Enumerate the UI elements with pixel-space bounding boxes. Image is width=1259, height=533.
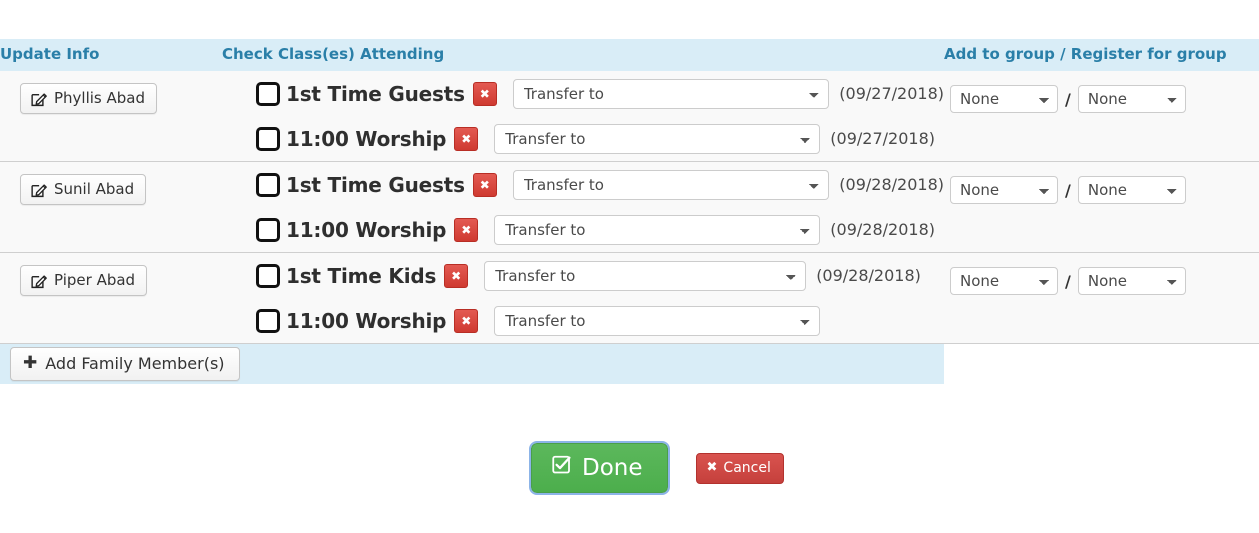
edit-pencil-icon bbox=[31, 181, 47, 198]
class-checkbox[interactable] bbox=[256, 172, 280, 197]
person-cell: Piper Abad bbox=[0, 252, 222, 344]
group-separator: / bbox=[1065, 271, 1071, 291]
x-icon: ✖ bbox=[706, 460, 718, 475]
group-separator: / bbox=[1065, 89, 1071, 109]
class-checkbox[interactable] bbox=[256, 308, 280, 333]
group-selectors: None / None bbox=[944, 267, 1259, 295]
cancel-button-label: Cancel bbox=[723, 459, 771, 476]
class-line: 11:00 Worship ✖ Transfer to (09/27/2018) bbox=[222, 116, 944, 161]
class-date: (09/27/2018) bbox=[839, 84, 944, 103]
header-row: Update Info Check Class(es) Attending Ad… bbox=[0, 39, 1259, 71]
transfer-to-select[interactable]: Transfer to bbox=[494, 123, 821, 154]
class-label: 1st Time Kids bbox=[286, 263, 437, 288]
remove-x-icon[interactable]: ✖ bbox=[454, 217, 479, 242]
add-family-row: ✚ Add Family Member(s) bbox=[0, 343, 1259, 384]
class-date: (09/28/2018) bbox=[830, 220, 935, 239]
register-for-group-select[interactable]: None bbox=[1077, 176, 1186, 204]
class-line: 1st Time Guests ✖ Transfer to (09/28/2018) bbox=[222, 162, 944, 207]
class-label: 1st Time Guests bbox=[286, 81, 465, 106]
class-label: 11:00 Worship bbox=[286, 126, 447, 151]
class-line: 11:00 Worship ✖ Transfer to bbox=[222, 298, 944, 343]
transfer-to-select[interactable]: Transfer to bbox=[494, 305, 821, 336]
edit-person-button[interactable]: Phyllis Abad bbox=[20, 83, 158, 114]
table-row: Piper Abad 1st Time Kids ✖ Transfer to (09/2… bbox=[0, 252, 1259, 344]
edit-pencil-icon bbox=[31, 90, 47, 107]
column-header-update-info: Update Info bbox=[0, 39, 222, 71]
add-family-members-label: Add Family Member(s) bbox=[45, 354, 225, 373]
add-family-blank-cell bbox=[944, 343, 1259, 384]
edit-person-button[interactable]: Piper Abad bbox=[20, 265, 148, 296]
remove-x-icon[interactable]: ✖ bbox=[454, 126, 479, 151]
class-date: (09/28/2018) bbox=[816, 266, 921, 285]
class-checkbox[interactable] bbox=[256, 126, 280, 151]
transfer-to-select[interactable]: Transfer to bbox=[512, 78, 830, 109]
person-name-label: Phyllis Abad bbox=[54, 89, 146, 107]
transfer-to-select[interactable]: Transfer to bbox=[512, 169, 830, 200]
remove-x-icon[interactable]: ✖ bbox=[472, 172, 497, 197]
done-button[interactable]: Done bbox=[529, 441, 670, 495]
group-separator: / bbox=[1065, 180, 1071, 200]
person-name-label: Sunil Abad bbox=[54, 180, 135, 198]
groups-cell: None / None bbox=[944, 71, 1259, 162]
person-name-label: Piper Abad bbox=[54, 271, 136, 289]
class-label: 11:00 Worship bbox=[286, 217, 447, 242]
column-header-add-group: Add to group / Register for group bbox=[944, 39, 1259, 71]
class-label: 11:00 Worship bbox=[286, 308, 447, 333]
class-checkbox[interactable] bbox=[256, 217, 280, 242]
register-for-group-select[interactable]: None bbox=[1077, 85, 1186, 113]
cancel-button[interactable]: ✖ Cancel bbox=[695, 452, 784, 484]
classes-cell: 1st Time Kids ✖ Transfer to (09/28/2018) 11:… bbox=[222, 252, 944, 344]
remove-x-icon[interactable]: ✖ bbox=[454, 308, 479, 333]
class-checkbox[interactable] bbox=[256, 263, 280, 288]
transfer-to-select[interactable]: Transfer to bbox=[484, 260, 807, 291]
register-for-group-select[interactable]: None bbox=[1077, 267, 1186, 295]
column-header-check-classes: Check Class(es) Attending bbox=[222, 39, 944, 71]
person-cell: Phyllis Abad bbox=[0, 71, 222, 162]
classes-cell: 1st Time Guests ✖ Transfer to (09/27/2018) 1… bbox=[222, 71, 944, 162]
class-line: 1st Time Kids ✖ Transfer to (09/28/2018) bbox=[222, 253, 944, 298]
form-actions: Done ✖ Cancel bbox=[0, 441, 1259, 495]
class-date: (09/28/2018) bbox=[839, 175, 944, 194]
top-faint-artifact bbox=[424, 1, 494, 11]
add-to-group-select[interactable]: None bbox=[950, 85, 1058, 113]
person-cell: Sunil Abad bbox=[0, 161, 222, 253]
edit-pencil-icon bbox=[31, 272, 47, 289]
table-row: Phyllis Abad 1st Time Guests ✖ Transfer to (… bbox=[0, 71, 1259, 162]
transfer-to-select[interactable]: Transfer to bbox=[494, 214, 821, 245]
add-to-group-select[interactable]: None bbox=[950, 267, 1058, 295]
add-family-cell: ✚ Add Family Member(s) bbox=[0, 343, 944, 384]
classes-cell: 1st Time Guests ✖ Transfer to (09/28/2018) 1… bbox=[222, 161, 944, 253]
class-line: 1st Time Guests ✖ Transfer to (09/27/2018) bbox=[222, 71, 944, 116]
add-to-group-select[interactable]: None bbox=[950, 176, 1058, 204]
table-header: Update Info Check Class(es) Attending Ad… bbox=[0, 39, 1259, 71]
class-checkbox[interactable] bbox=[256, 81, 280, 106]
groups-cell: None / None bbox=[944, 252, 1259, 344]
add-family-members-button[interactable]: ✚ Add Family Member(s) bbox=[10, 347, 240, 381]
check-square-icon bbox=[552, 454, 573, 481]
class-line: 11:00 Worship ✖ Transfer to (09/28/2018) bbox=[222, 207, 944, 252]
remove-x-icon[interactable]: ✖ bbox=[472, 81, 497, 106]
plus-icon: ✚ bbox=[23, 353, 38, 373]
groups-cell: None / None bbox=[944, 161, 1259, 253]
class-date: (09/27/2018) bbox=[830, 129, 935, 148]
table-row: Sunil Abad 1st Time Guests ✖ Transfer to (09… bbox=[0, 161, 1259, 253]
done-button-label: Done bbox=[582, 454, 643, 481]
remove-x-icon[interactable]: ✖ bbox=[444, 263, 469, 288]
table-body: Phyllis Abad 1st Time Guests ✖ Transfer to(… bbox=[0, 71, 1259, 384]
registration-table: Update Info Check Class(es) Attending Ad… bbox=[0, 39, 1259, 384]
group-selectors: None / None bbox=[944, 176, 1259, 204]
group-selectors: None / None bbox=[944, 85, 1259, 113]
edit-person-button[interactable]: Sunil Abad bbox=[20, 174, 147, 205]
class-label: 1st Time Guests bbox=[286, 172, 465, 197]
